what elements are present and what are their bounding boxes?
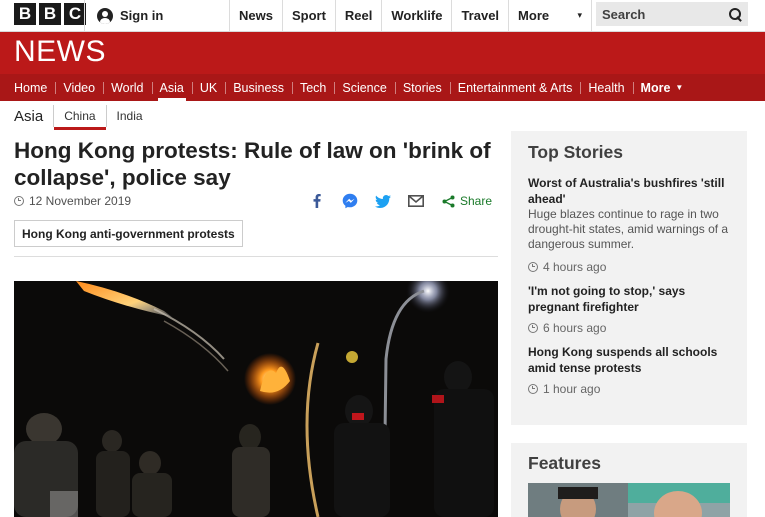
- messenger-icon[interactable]: [339, 192, 361, 210]
- clock-icon: [14, 196, 24, 206]
- search-icon[interactable]: [729, 7, 742, 21]
- clock-icon: [528, 384, 538, 394]
- section-nav-home[interactable]: Home: [6, 74, 55, 101]
- section-nav-more[interactable]: More ▼: [632, 74, 692, 101]
- top-nav-more[interactable]: More ▾: [508, 0, 593, 31]
- section-nav-asia[interactable]: Asia: [151, 74, 192, 101]
- signin-label: Sign in: [120, 8, 164, 23]
- feature-thumbnail[interactable]: [528, 483, 730, 517]
- story-time: 6 hours ago: [528, 321, 730, 335]
- subnav-india[interactable]: India: [105, 105, 153, 127]
- section-nav-video[interactable]: Video: [55, 74, 103, 101]
- search-input[interactable]: [602, 6, 720, 22]
- logo-letter: C: [64, 3, 86, 25]
- features-title: Features: [528, 453, 601, 473]
- story-time-text: 4 hours ago: [543, 260, 607, 274]
- section-nav-stories[interactable]: Stories: [394, 74, 450, 101]
- section-nav-uk[interactable]: UK: [191, 74, 225, 101]
- story-item: Worst of Australia's bushfires 'still ah…: [528, 175, 730, 274]
- share-button[interactable]: Share: [442, 194, 492, 208]
- section-nav-entertainment[interactable]: Entertainment & Arts: [449, 74, 581, 101]
- top-nav-travel[interactable]: Travel: [451, 0, 508, 31]
- masthead: B B C Sign in News Sport Reel Worklife T…: [0, 0, 765, 32]
- clock-icon: [528, 323, 538, 333]
- article-headline: Hong Kong protests: Rule of law on 'brin…: [14, 138, 491, 190]
- share-label: Share: [460, 194, 493, 208]
- story-time-text: 6 hours ago: [543, 321, 607, 335]
- article-dateline: 12 November 2019: [14, 194, 131, 208]
- article-photo: [14, 281, 498, 517]
- story-item: Hong Kong suspends all schools amid tens…: [528, 344, 730, 396]
- top-nav-sport[interactable]: Sport: [281, 0, 335, 31]
- section-nav-science[interactable]: Science: [334, 74, 394, 101]
- section-nav-world[interactable]: World: [103, 74, 151, 101]
- top-stories-panel: Top Stories Worst of Australia's bushfir…: [511, 131, 747, 425]
- section-nav: Home Video World Asia UK Business Tech S…: [0, 74, 765, 101]
- top-nav: News Sport Reel Worklife Travel More ▾: [229, 0, 593, 31]
- caret-down-icon: ▾: [577, 10, 583, 20]
- section-nav-tech[interactable]: Tech: [291, 74, 334, 101]
- story-item: 'I'm not going to stop,' says pregnant f…: [528, 283, 730, 335]
- sub-nav: Asia China India: [14, 104, 153, 130]
- section-nav-more-label: More: [640, 80, 671, 95]
- bbc-logo[interactable]: B B C: [14, 3, 86, 25]
- news-wordmark[interactable]: NEWS: [14, 35, 106, 69]
- email-icon[interactable]: [405, 192, 427, 210]
- story-time-text: 1 hour ago: [543, 382, 601, 396]
- top-nav-more-label: More: [518, 8, 550, 23]
- divider: [14, 256, 498, 257]
- user-icon: [97, 7, 113, 24]
- top-nav-reel[interactable]: Reel: [334, 0, 381, 31]
- story-title[interactable]: 'I'm not going to stop,' says pregnant f…: [528, 283, 730, 315]
- signin-link[interactable]: Sign in: [84, 0, 163, 31]
- top-nav-worklife[interactable]: Worklife: [381, 0, 451, 31]
- subnav-root[interactable]: Asia: [14, 108, 53, 125]
- share-bar: Share: [306, 192, 492, 210]
- search-box: [596, 2, 748, 26]
- story-title[interactable]: Worst of Australia's bushfires 'still ah…: [528, 175, 730, 207]
- section-nav-business[interactable]: Business: [225, 74, 292, 101]
- twitter-icon[interactable]: [372, 192, 394, 210]
- story-time: 1 hour ago: [528, 382, 730, 396]
- top-nav-news[interactable]: News: [229, 0, 282, 31]
- topic-tag[interactable]: Hong Kong anti-government protests: [14, 220, 243, 247]
- article-date: 12 November 2019: [29, 194, 132, 208]
- news-banner: NEWS: [0, 32, 765, 74]
- story-title[interactable]: Hong Kong suspends all schools amid tens…: [528, 344, 730, 376]
- section-nav-health[interactable]: Health: [580, 74, 632, 101]
- subnav-china[interactable]: China: [53, 105, 106, 130]
- facebook-icon[interactable]: [306, 192, 328, 210]
- caret-down-icon: ▼: [675, 83, 684, 92]
- top-stories-title: Top Stories: [528, 142, 623, 162]
- logo-letter: B: [14, 3, 36, 25]
- clock-icon: [528, 262, 538, 272]
- logo-letter: B: [39, 3, 61, 25]
- story-time: 4 hours ago: [528, 260, 730, 274]
- share-icon: [442, 195, 455, 207]
- story-summary: Huge blazes continue to rage in two drou…: [528, 207, 729, 251]
- features-panel: Features: [511, 443, 747, 517]
